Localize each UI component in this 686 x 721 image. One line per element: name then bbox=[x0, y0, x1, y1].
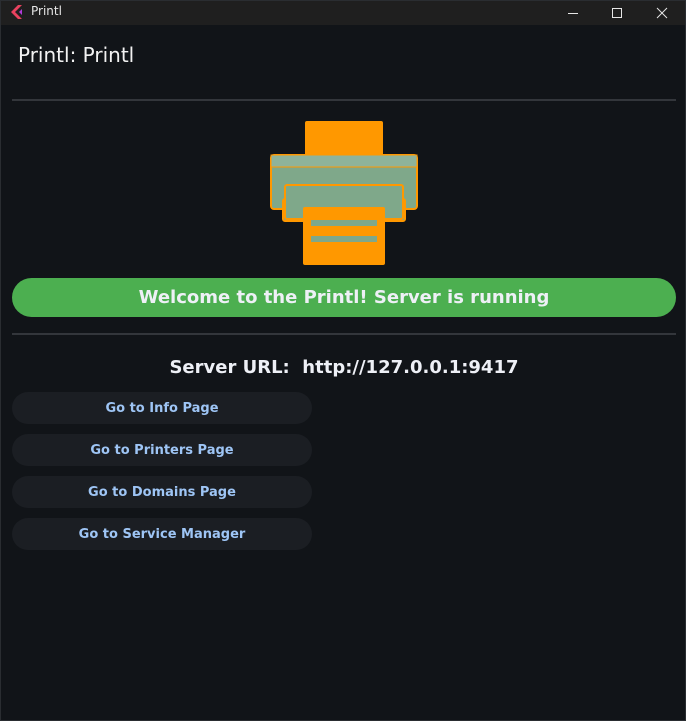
maximize-icon bbox=[612, 8, 622, 18]
status-banner: Welcome to the Printl! Server is running bbox=[12, 278, 676, 317]
server-url-label: Server URL: bbox=[169, 357, 290, 378]
close-button[interactable] bbox=[639, 1, 685, 25]
page-title: Printl: Printl bbox=[18, 43, 135, 67]
server-url-value[interactable]: http://127.0.0.1:9417 bbox=[302, 357, 518, 378]
info-page-button[interactable]: Go to Info Page bbox=[12, 392, 312, 424]
printer-icon bbox=[270, 121, 418, 265]
domains-page-button[interactable]: Go to Domains Page bbox=[12, 476, 312, 508]
divider bbox=[12, 99, 676, 101]
divider bbox=[12, 333, 676, 335]
service-manager-button[interactable]: Go to Service Manager bbox=[12, 518, 312, 550]
title-bar[interactable]: Printl bbox=[1, 1, 685, 25]
server-url-row: Server URL: http://127.0.0.1:9417 bbox=[1, 357, 686, 378]
status-message: Welcome to the Printl! Server is running bbox=[138, 287, 550, 308]
printers-page-button[interactable]: Go to Printers Page bbox=[12, 434, 312, 466]
close-icon bbox=[656, 7, 668, 19]
window-title: Printl bbox=[31, 4, 62, 18]
maximize-button[interactable] bbox=[594, 1, 640, 25]
minimize-icon bbox=[568, 13, 578, 14]
app-logo-icon bbox=[11, 5, 22, 19]
app-window: Printl Printl: Printl Welcome to the Pri… bbox=[0, 0, 686, 721]
minimize-button[interactable] bbox=[550, 1, 596, 25]
